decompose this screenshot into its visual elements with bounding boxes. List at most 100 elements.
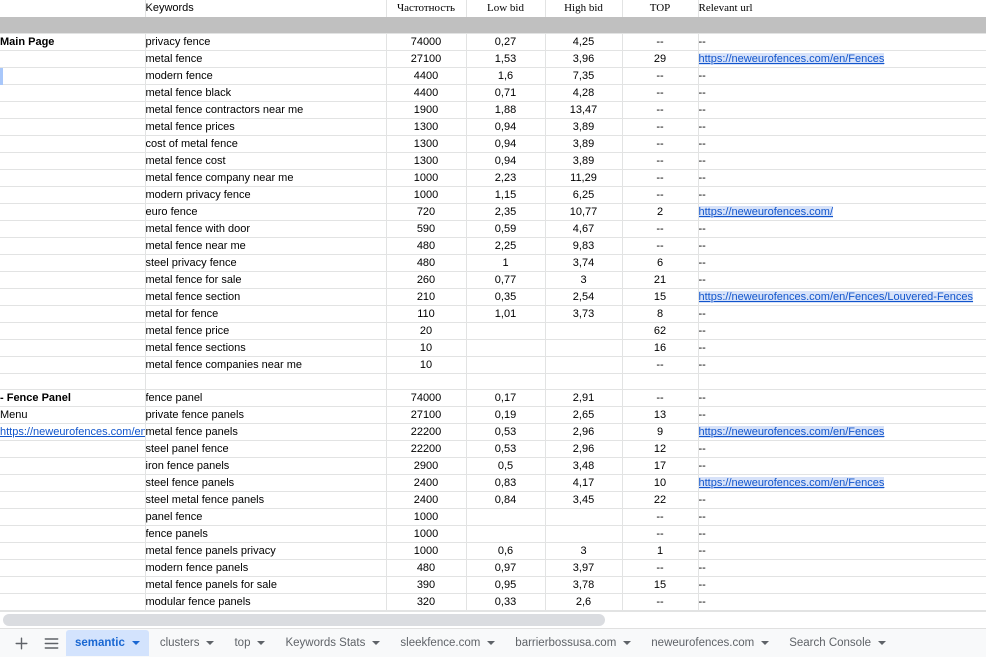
cell-url[interactable]: -- — [698, 33, 986, 51]
cell-url[interactable]: -- — [698, 322, 986, 340]
cell-low[interactable]: 0,94 — [466, 152, 546, 170]
cell-high[interactable]: 4,67 — [545, 220, 623, 238]
data-grid[interactable]: Keywords Частотность Low bid High bid TOP Rel… — [0, 0, 986, 612]
cell-low[interactable]: 1,01 — [466, 305, 546, 323]
cell-url[interactable]: -- — [698, 508, 986, 526]
cell-group[interactable] — [0, 491, 146, 509]
cell-keyword[interactable]: fence panels — [145, 525, 387, 543]
cell-top[interactable]: 62 — [622, 322, 699, 340]
cell-group[interactable] — [0, 118, 146, 136]
cell-group[interactable] — [0, 457, 146, 475]
cell-group[interactable] — [0, 576, 146, 594]
grid-viewport[interactable]: Keywords Частотность Low bid High bid TOP Rel… — [0, 0, 986, 612]
cell-keyword[interactable]: fence panel — [145, 389, 387, 407]
cell-keyword[interactable]: privacy fence — [145, 33, 387, 51]
cell-url[interactable]: -- — [698, 491, 986, 509]
sheet-tab-bar[interactable]: semantic clusters top Keywords Stats sleekfe… — [0, 628, 986, 657]
table-row[interactable]: steel privacy fence 480 1 3,74 6 -- — [0, 254, 986, 272]
table-row[interactable]: steel metal fence panels 2400 0,84 3,45 22 -- — [0, 491, 986, 509]
sheet-tab-top[interactable]: top — [225, 630, 274, 656]
column-header-low[interactable]: Low bid — [466, 0, 546, 17]
cell-low[interactable]: 0,6 — [466, 542, 546, 560]
table-row[interactable]: modern fence 4400 1,6 7,35 -- -- — [0, 67, 986, 85]
table-row[interactable]: modern fence panels 480 0,97 3,97 -- -- — [0, 559, 986, 577]
cell-keyword[interactable]: modern privacy fence — [145, 186, 387, 204]
cell-freq[interactable]: 1000 — [386, 525, 467, 543]
cell-freq[interactable]: 27100 — [386, 50, 467, 68]
cell-group[interactable] — [0, 84, 146, 102]
cell-url[interactable]: -- — [698, 525, 986, 543]
cell-low[interactable]: 1,53 — [466, 50, 546, 68]
table-row[interactable]: modern privacy fence 1000 1,15 6,25 -- -- — [0, 186, 986, 204]
cell-group[interactable] — [0, 135, 146, 153]
cell-freq[interactable]: 480 — [386, 237, 467, 255]
cell-low[interactable]: 1 — [466, 254, 546, 272]
cell-top[interactable]: 17 — [622, 457, 699, 475]
cell-freq[interactable]: 1000 — [386, 508, 467, 526]
cell-low[interactable]: 0,27 — [466, 33, 546, 51]
cell-low[interactable]: 0,94 — [466, 118, 546, 136]
cell-top[interactable]: 1 — [622, 542, 699, 560]
cell-keyword[interactable]: modern fence panels — [145, 559, 387, 577]
frozen-row-divider[interactable] — [0, 17, 986, 34]
cell-top[interactable]: -- — [622, 389, 699, 407]
cell-keyword[interactable]: modern fence — [145, 67, 387, 85]
cell-freq[interactable]: 4400 — [386, 84, 467, 102]
table-row[interactable]: metal fence black 4400 0,71 4,28 -- -- — [0, 84, 986, 102]
cell-low[interactable]: 1,15 — [466, 186, 546, 204]
chevron-down-icon[interactable] — [206, 641, 215, 645]
cell-top[interactable]: -- — [622, 525, 699, 543]
column-header-top[interactable]: TOP — [622, 0, 699, 17]
table-row[interactable]: steel panel fence 22200 0,53 2,96 12 -- — [0, 440, 986, 458]
cell-freq[interactable]: 2400 — [386, 491, 467, 509]
cell-keyword[interactable]: metal fence section — [145, 288, 387, 306]
cell-keyword[interactable]: metal fence panels — [145, 423, 387, 441]
cell-group[interactable]: - Fence Panel — [0, 389, 146, 407]
cell-group[interactable] — [0, 339, 146, 357]
cell-url[interactable]: -- — [698, 135, 986, 153]
cell-top[interactable]: 8 — [622, 305, 699, 323]
cell-keyword[interactable]: steel panel fence — [145, 440, 387, 458]
cell-high[interactable]: 3,89 — [545, 152, 623, 170]
cell-url[interactable]: -- — [698, 67, 986, 85]
cell-high[interactable]: 2,65 — [545, 406, 623, 424]
cell-keyword[interactable]: metal fence panels privacy — [145, 542, 387, 560]
cell-low[interactable]: 0,53 — [466, 423, 546, 441]
cell-top[interactable]: -- — [622, 169, 699, 187]
table-row[interactable]: metal fence cost 1300 0,94 3,89 -- -- — [0, 152, 986, 170]
cell-high[interactable] — [545, 339, 623, 357]
cell-url[interactable]: -- — [698, 237, 986, 255]
table-row[interactable]: metal fence near me 480 2,25 9,83 -- -- — [0, 237, 986, 255]
table-row[interactable]: metal fence contractors near me 1900 1,88 1… — [0, 101, 986, 119]
cell-keyword[interactable]: metal fence cost — [145, 152, 387, 170]
cell-low[interactable]: 0,71 — [466, 84, 546, 102]
cell-high[interactable]: 3,74 — [545, 254, 623, 272]
cell-group[interactable] — [0, 288, 146, 306]
cell-high[interactable]: 9,83 — [545, 237, 623, 255]
cell-keyword[interactable]: iron fence panels — [145, 457, 387, 475]
cell-keyword[interactable]: private fence panels — [145, 406, 387, 424]
cell-group[interactable] — [0, 50, 146, 68]
cell-url[interactable]: -- — [698, 356, 986, 374]
table-row[interactable]: metal fence 27100 1,53 3,96 29 https://neweur… — [0, 50, 986, 68]
cell-freq[interactable]: 1300 — [386, 135, 467, 153]
cell-freq[interactable]: 210 — [386, 288, 467, 306]
cell-group[interactable] — [0, 474, 146, 492]
table-row[interactable]: metal fence prices 1300 0,94 3,89 -- -- — [0, 118, 986, 136]
cell-group[interactable] — [0, 271, 146, 289]
cell-high[interactable]: 3,89 — [545, 135, 623, 153]
table-row[interactable]: metal fence for sale 260 0,77 3 21 -- — [0, 271, 986, 289]
cell-keyword[interactable]: metal fence prices — [145, 118, 387, 136]
cell-high[interactable]: 13,47 — [545, 101, 623, 119]
cell-top[interactable]: 6 — [622, 254, 699, 272]
table-row[interactable]: fence panels 1000 -- -- — [0, 525, 986, 543]
cell-keyword[interactable]: euro fence — [145, 203, 387, 221]
sheet-tab-sleekfence-com[interactable]: sleekfence.com — [391, 630, 504, 656]
cell-keyword[interactable]: metal fence black — [145, 84, 387, 102]
cell-low[interactable]: 0,95 — [466, 576, 546, 594]
relevant-url-link[interactable]: https://neweurofences.com/ — [698, 205, 834, 218]
cell-keyword[interactable]: metal for fence — [145, 305, 387, 323]
table-row[interactable]: panel fence 1000 -- -- — [0, 508, 986, 526]
cell-url[interactable]: -- — [698, 576, 986, 594]
cell-high[interactable] — [545, 356, 623, 374]
